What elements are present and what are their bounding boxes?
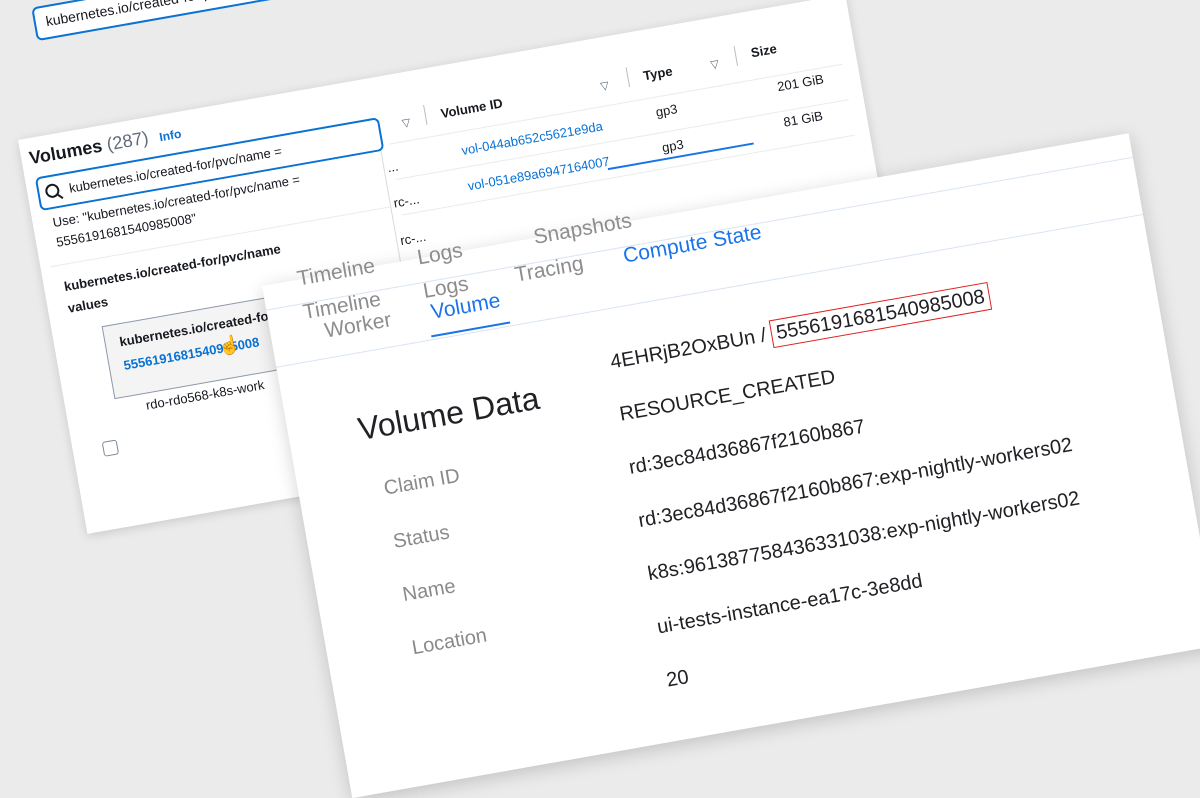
name-cell: ... bbox=[386, 158, 400, 176]
info-link[interactable]: Info bbox=[158, 127, 182, 145]
volume-id-link[interactable]: vol-044ab652c5621e9da bbox=[460, 118, 604, 158]
type-cell: gp3 bbox=[660, 136, 685, 156]
name-value: rd:3ec84d36867f2160b867 bbox=[627, 415, 867, 479]
claim-id-prefix: 4EHRjB2OxBUn / bbox=[608, 323, 774, 374]
page-title: Volumes bbox=[27, 135, 104, 169]
sort-down-icon[interactable]: ▽ bbox=[401, 116, 411, 130]
label-status: Status bbox=[391, 521, 452, 553]
volume-count: (287) bbox=[105, 127, 150, 155]
search-icon bbox=[44, 182, 61, 199]
column-divider bbox=[423, 104, 428, 125]
active-inner-tab-indicator bbox=[431, 321, 511, 338]
property-filter-search-input[interactable]: kubernetes.io/created-for/pvc/name = 555… bbox=[31, 0, 731, 42]
column-divider bbox=[733, 46, 739, 67]
tab-compute-state[interactable]: Compute State bbox=[621, 221, 763, 269]
section-heading: Volume Data bbox=[355, 379, 542, 448]
type-cell: gp3 bbox=[654, 101, 679, 120]
sort-down-icon[interactable]: ▽ bbox=[709, 57, 720, 71]
row-checkbox[interactable] bbox=[101, 439, 120, 457]
column-divider bbox=[625, 67, 631, 88]
hand-cursor-icon: ☝ bbox=[216, 333, 242, 358]
volume-id-link[interactable]: vol-051e89a6947164007 bbox=[467, 154, 611, 194]
column-header-size[interactable]: Size bbox=[750, 41, 778, 60]
label-name: Name bbox=[400, 575, 458, 607]
search-input-text: kubernetes.io/created-for/pvc/name = 555… bbox=[44, 0, 427, 31]
sort-down-icon[interactable]: ▽ bbox=[599, 79, 610, 93]
name-cell: rc-... bbox=[392, 191, 421, 211]
truncated-value: 20 bbox=[664, 666, 691, 692]
size-cell: 81 GiB bbox=[782, 108, 825, 130]
column-header-volume-id[interactable]: Volume ID bbox=[440, 95, 504, 121]
status-value: RESOURCE_CREATED bbox=[617, 366, 837, 426]
tab-tracing[interactable]: Tracing bbox=[513, 252, 585, 288]
column-header-type[interactable]: Type bbox=[642, 63, 674, 83]
instance-value: ui-tests-instance-ea17c-3e8dd bbox=[655, 569, 925, 639]
highlighted-claim-id: 5556191681540985008 bbox=[769, 282, 992, 349]
label-claim-id: Claim ID bbox=[382, 464, 462, 500]
